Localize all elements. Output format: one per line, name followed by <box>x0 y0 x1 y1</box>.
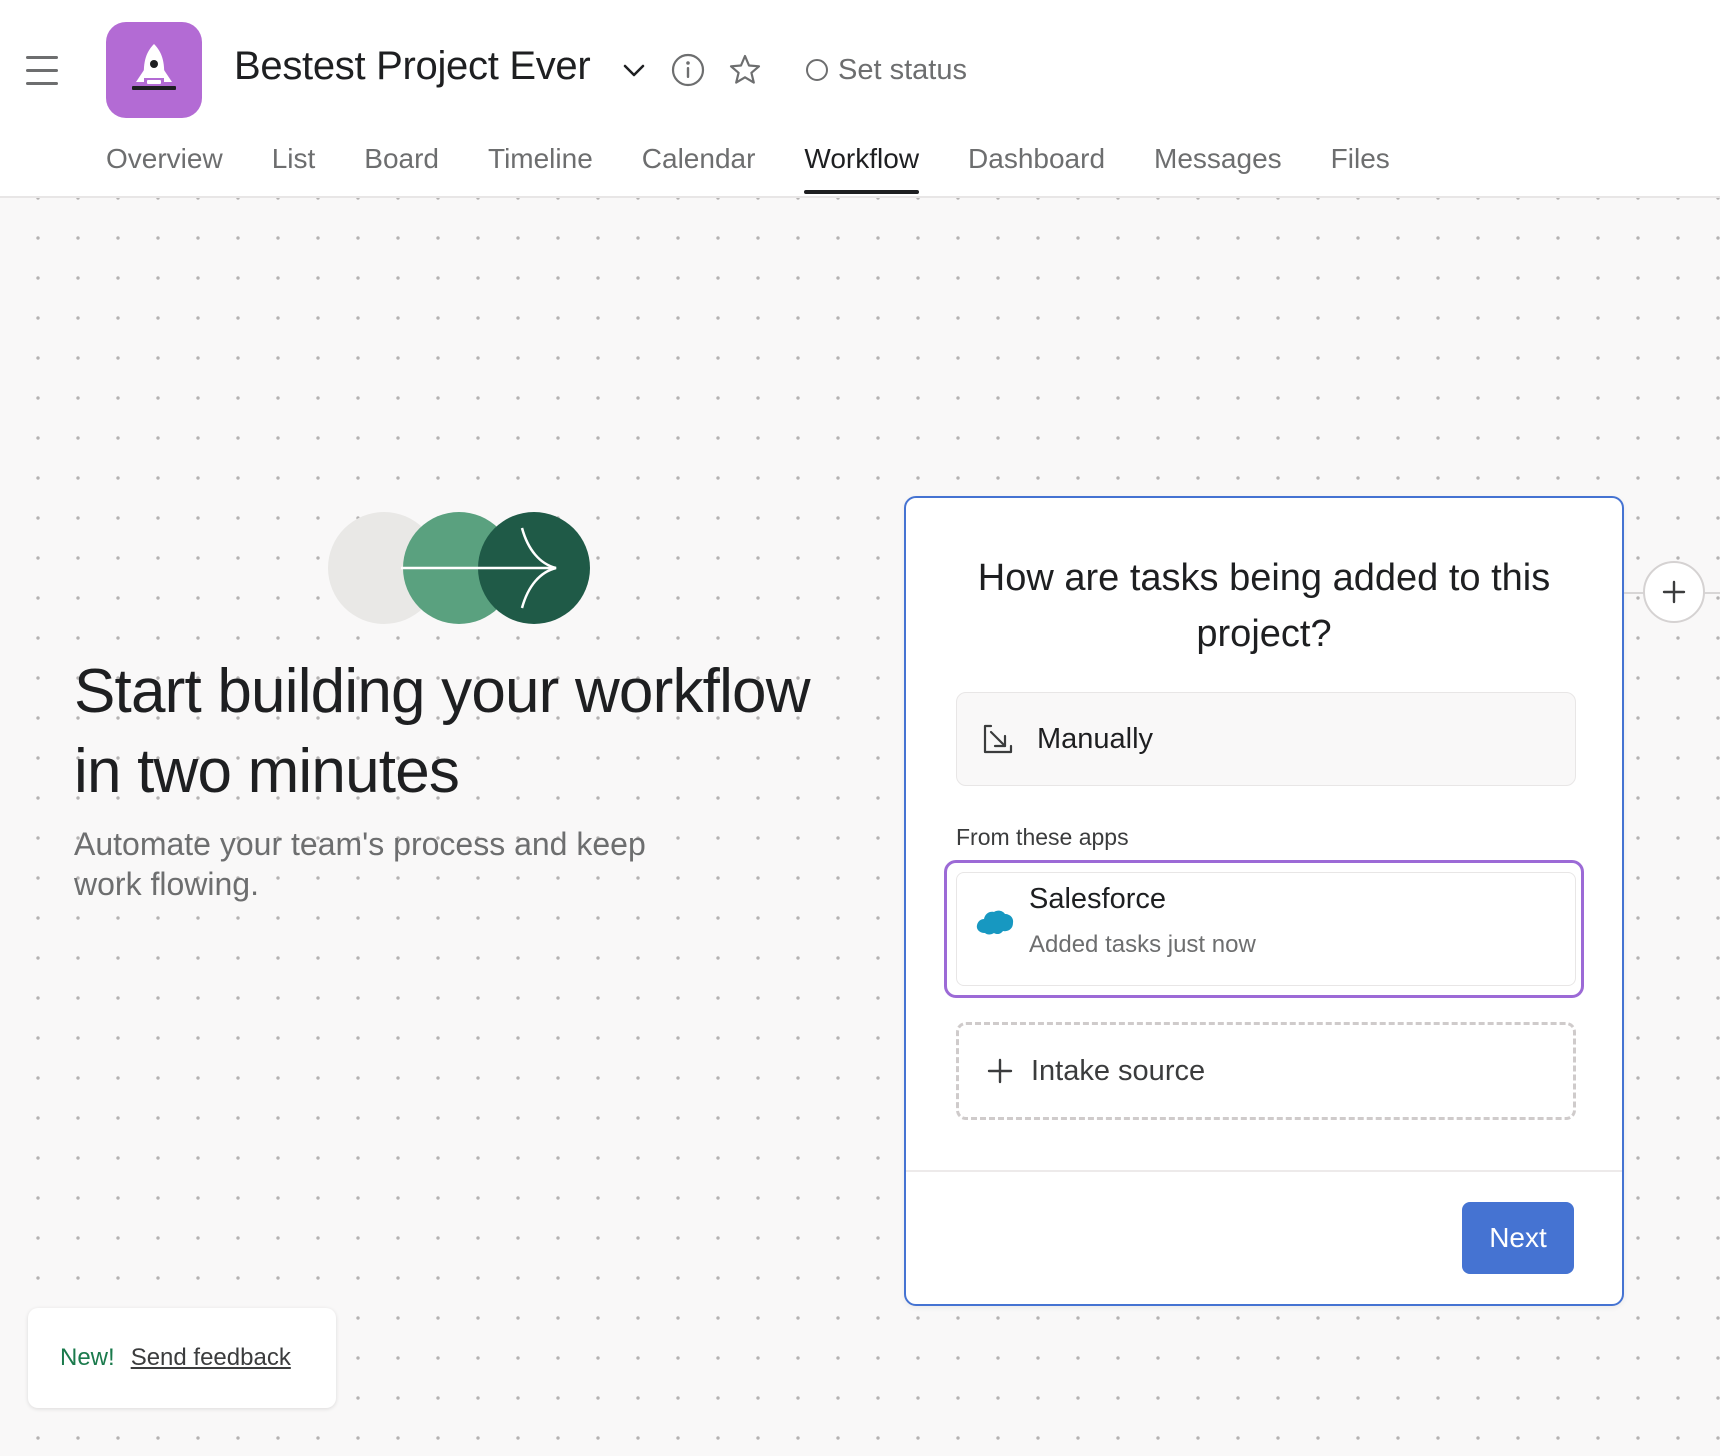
tab-files[interactable]: Files <box>1331 136 1390 194</box>
project-header: Bestest Project Ever Set status Overview… <box>0 0 1720 198</box>
set-status-button[interactable]: Set status <box>806 50 967 90</box>
send-feedback-link[interactable]: Send feedback <box>131 1344 291 1372</box>
salesforce-status: Added tasks just now <box>1029 931 1256 958</box>
status-circle-icon <box>806 59 828 81</box>
workflow-illustration <box>328 512 590 624</box>
tab-calendar[interactable]: Calendar <box>642 136 756 194</box>
tab-timeline[interactable]: Timeline <box>488 136 593 194</box>
info-icon[interactable] <box>670 52 706 88</box>
intake-card: How are tasks being added to this projec… <box>904 496 1624 1306</box>
hamburger-menu-icon[interactable] <box>26 56 58 86</box>
plus-icon <box>987 1058 1013 1084</box>
salesforce-name: Salesforce <box>1029 883 1167 915</box>
manual-option[interactable]: Manually <box>956 692 1576 786</box>
card-divider <box>906 1170 1622 1172</box>
tab-overview[interactable]: Overview <box>106 136 223 194</box>
project-tabs: Overview List Board Timeline Calendar Wo… <box>106 136 1390 196</box>
add-step-button[interactable] <box>1643 561 1705 623</box>
intake-question: How are tasks being added to this projec… <box>977 557 1551 655</box>
hero-title: Start building your workflow in two minu… <box>74 657 811 806</box>
plus-icon <box>1662 580 1686 604</box>
add-intake-source-option[interactable]: Intake source <box>956 1022 1576 1120</box>
manual-option-label: Manually <box>1037 722 1154 755</box>
set-status-label: Set status <box>838 53 967 86</box>
hero-subtitle: Automate your team's process and keep wo… <box>74 826 646 902</box>
new-badge: New! <box>60 1344 115 1371</box>
project-app-icon[interactable] <box>106 22 202 118</box>
tab-messages[interactable]: Messages <box>1154 136 1282 194</box>
tab-dashboard[interactable]: Dashboard <box>968 136 1105 194</box>
apps-section-label: From these apps <box>956 824 1129 850</box>
manual-arrow-icon <box>983 724 1013 754</box>
tab-list[interactable]: List <box>272 136 316 194</box>
tab-board[interactable]: Board <box>364 136 439 194</box>
salesforce-cloud-icon <box>976 910 1014 935</box>
intake-source-label: Intake source <box>1031 1054 1206 1087</box>
next-button[interactable]: Next <box>1462 1202 1574 1274</box>
salesforce-option[interactable]: Salesforce Added tasks just now <box>956 872 1576 986</box>
feedback-toast: New! Send feedback <box>28 1308 336 1408</box>
rocket-icon <box>132 44 176 90</box>
star-icon[interactable] <box>727 52 763 88</box>
chevron-down-icon[interactable] <box>616 52 652 88</box>
tab-workflow[interactable]: Workflow <box>804 136 919 194</box>
project-title[interactable]: Bestest Project Ever <box>234 44 591 89</box>
